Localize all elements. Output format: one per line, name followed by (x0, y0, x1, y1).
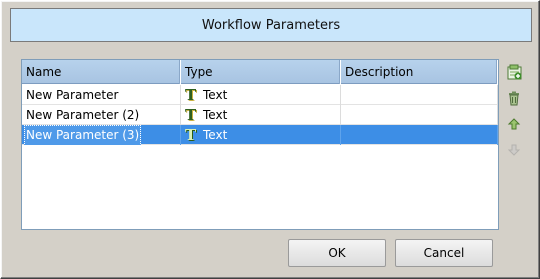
cell-type-text: Text (203, 107, 228, 122)
cell-description[interactable] (341, 85, 498, 105)
column-header-type[interactable]: Type (181, 60, 341, 84)
delete-button[interactable] (503, 87, 525, 109)
cell-name[interactable]: New Parameter (22, 85, 181, 105)
cell-name[interactable]: New Parameter (3) (22, 125, 181, 145)
text-type-icon: T (185, 86, 197, 104)
workflow-parameters-dialog: Workflow Parameters Name Type Descriptio… (0, 0, 540, 279)
move-up-icon (507, 118, 521, 130)
add-parameter-button[interactable] (503, 61, 525, 83)
row-tools (503, 61, 527, 165)
cell-description[interactable] (341, 125, 498, 145)
table-row[interactable]: New Parameter T Text (22, 85, 498, 105)
cell-type-text: Text (203, 87, 228, 102)
move-up-button[interactable] (503, 113, 525, 135)
table-header: Name Type Description (22, 60, 498, 84)
text-type-icon: T (185, 106, 197, 124)
cell-name-text: New Parameter (2) (26, 107, 140, 122)
cell-type[interactable]: T Text (181, 85, 341, 105)
move-down-icon (507, 144, 521, 156)
delete-icon (509, 91, 519, 106)
cell-name-text: New Parameter (3) (24, 125, 142, 145)
table-body: New Parameter T Text New Parameter (2) T… (22, 85, 498, 145)
text-type-icon: T (185, 126, 197, 144)
table-row[interactable]: New Parameter (2) T Text (22, 105, 498, 125)
cell-type[interactable]: T Text (181, 105, 341, 125)
dialog-title: Workflow Parameters (10, 8, 532, 42)
add-parameter-icon (507, 64, 522, 80)
cell-description[interactable] (341, 105, 498, 125)
column-header-name[interactable]: Name (22, 60, 181, 84)
column-header-description[interactable]: Description (341, 60, 498, 84)
parameters-table[interactable]: Name Type Description New Parameter T Te… (21, 59, 499, 230)
ok-button[interactable]: OK (288, 239, 386, 267)
move-down-button[interactable] (503, 139, 525, 161)
cell-name[interactable]: New Parameter (2) (22, 105, 181, 125)
table-row-selected[interactable]: New Parameter (3) T Text (22, 125, 498, 145)
cell-type-text: Text (203, 127, 228, 142)
cancel-button[interactable]: Cancel (395, 239, 493, 267)
cell-type[interactable]: T Text (181, 125, 341, 145)
cell-name-text: New Parameter (26, 87, 119, 102)
